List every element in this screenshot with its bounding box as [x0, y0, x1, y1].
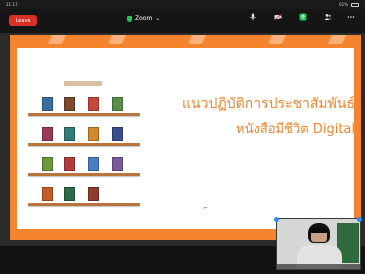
- status-right: 61%: [339, 2, 359, 7]
- status-time: 11:17: [6, 2, 18, 7]
- slide-left-band: [10, 35, 17, 240]
- status-bar: 11:17 61%: [0, 0, 365, 9]
- book-cover: [88, 127, 99, 141]
- participants-icon: [324, 14, 332, 20]
- book-cover: [64, 157, 75, 171]
- shared-slide: แนวปฏิบัติการประชาสัมพันธ์ หนังสือมีชีวิ…: [10, 35, 361, 240]
- video-icon: [274, 13, 282, 21]
- leave-button[interactable]: Leave: [9, 15, 37, 26]
- book-cover: [42, 127, 53, 141]
- zoom-meeting-screen: 11:17 61% Leave Zoom ⌄ แนวปฏิบัติการประช…: [0, 0, 365, 274]
- share-button[interactable]: [292, 13, 314, 30]
- mic-icon: [250, 13, 256, 21]
- more-icon: [347, 16, 355, 18]
- book-cover: [112, 127, 123, 141]
- book-cover: [112, 157, 123, 171]
- shelf-plank: [28, 113, 140, 116]
- chevron-down-icon: ⌄: [155, 15, 161, 22]
- shield-icon: [127, 15, 132, 22]
- share-icon: [299, 13, 307, 21]
- shelf-plank: [28, 203, 140, 206]
- shelf-plank: [28, 173, 140, 176]
- battery-percent: 61%: [339, 2, 348, 7]
- self-view-video[interactable]: [276, 218, 361, 270]
- cursor-icon: ⌐: [203, 205, 209, 212]
- meeting-top-bar: Leave Zoom ⌄: [0, 9, 365, 33]
- book-cover: [42, 187, 53, 201]
- self-view-name: [277, 264, 360, 269]
- book-cover: [42, 97, 53, 111]
- book-cover: [88, 157, 99, 171]
- book-cover: [64, 187, 75, 201]
- bookshelf-illustration: [28, 75, 158, 215]
- headline-line-2: หนังสือมีชีวิต Digital: [236, 122, 355, 137]
- book-cover: [88, 187, 99, 201]
- more-button[interactable]: [340, 13, 362, 30]
- book-cover: [88, 97, 99, 111]
- slide-headline: แนวปฏิบัติการประชาสัมพันธ์ หนังสือมีชีวิ…: [165, 91, 355, 143]
- app-name: Zoom: [135, 15, 153, 22]
- headline-line-1: แนวปฏิบัติการประชาสัมพันธ์: [182, 96, 355, 112]
- participant-mask: [310, 228, 328, 233]
- mute-button[interactable]: [242, 13, 264, 30]
- video-button[interactable]: [267, 13, 289, 30]
- book-cover: [64, 127, 75, 141]
- book-cover: [112, 97, 123, 111]
- slide-right-band: [354, 35, 361, 240]
- book-cover: [64, 97, 75, 111]
- book-cover: [42, 157, 53, 171]
- shelf-plank: [28, 143, 140, 146]
- participants-button[interactable]: [317, 13, 339, 30]
- resize-handle-icon[interactable]: [274, 217, 279, 222]
- resize-handle-icon[interactable]: [357, 217, 362, 222]
- battery-icon: [351, 2, 359, 7]
- meeting-title[interactable]: Zoom ⌄: [127, 15, 160, 22]
- shared-screen-area[interactable]: แนวปฏิบัติการประชาสัมพันธ์ หนังสือมีชีวิ…: [0, 33, 365, 246]
